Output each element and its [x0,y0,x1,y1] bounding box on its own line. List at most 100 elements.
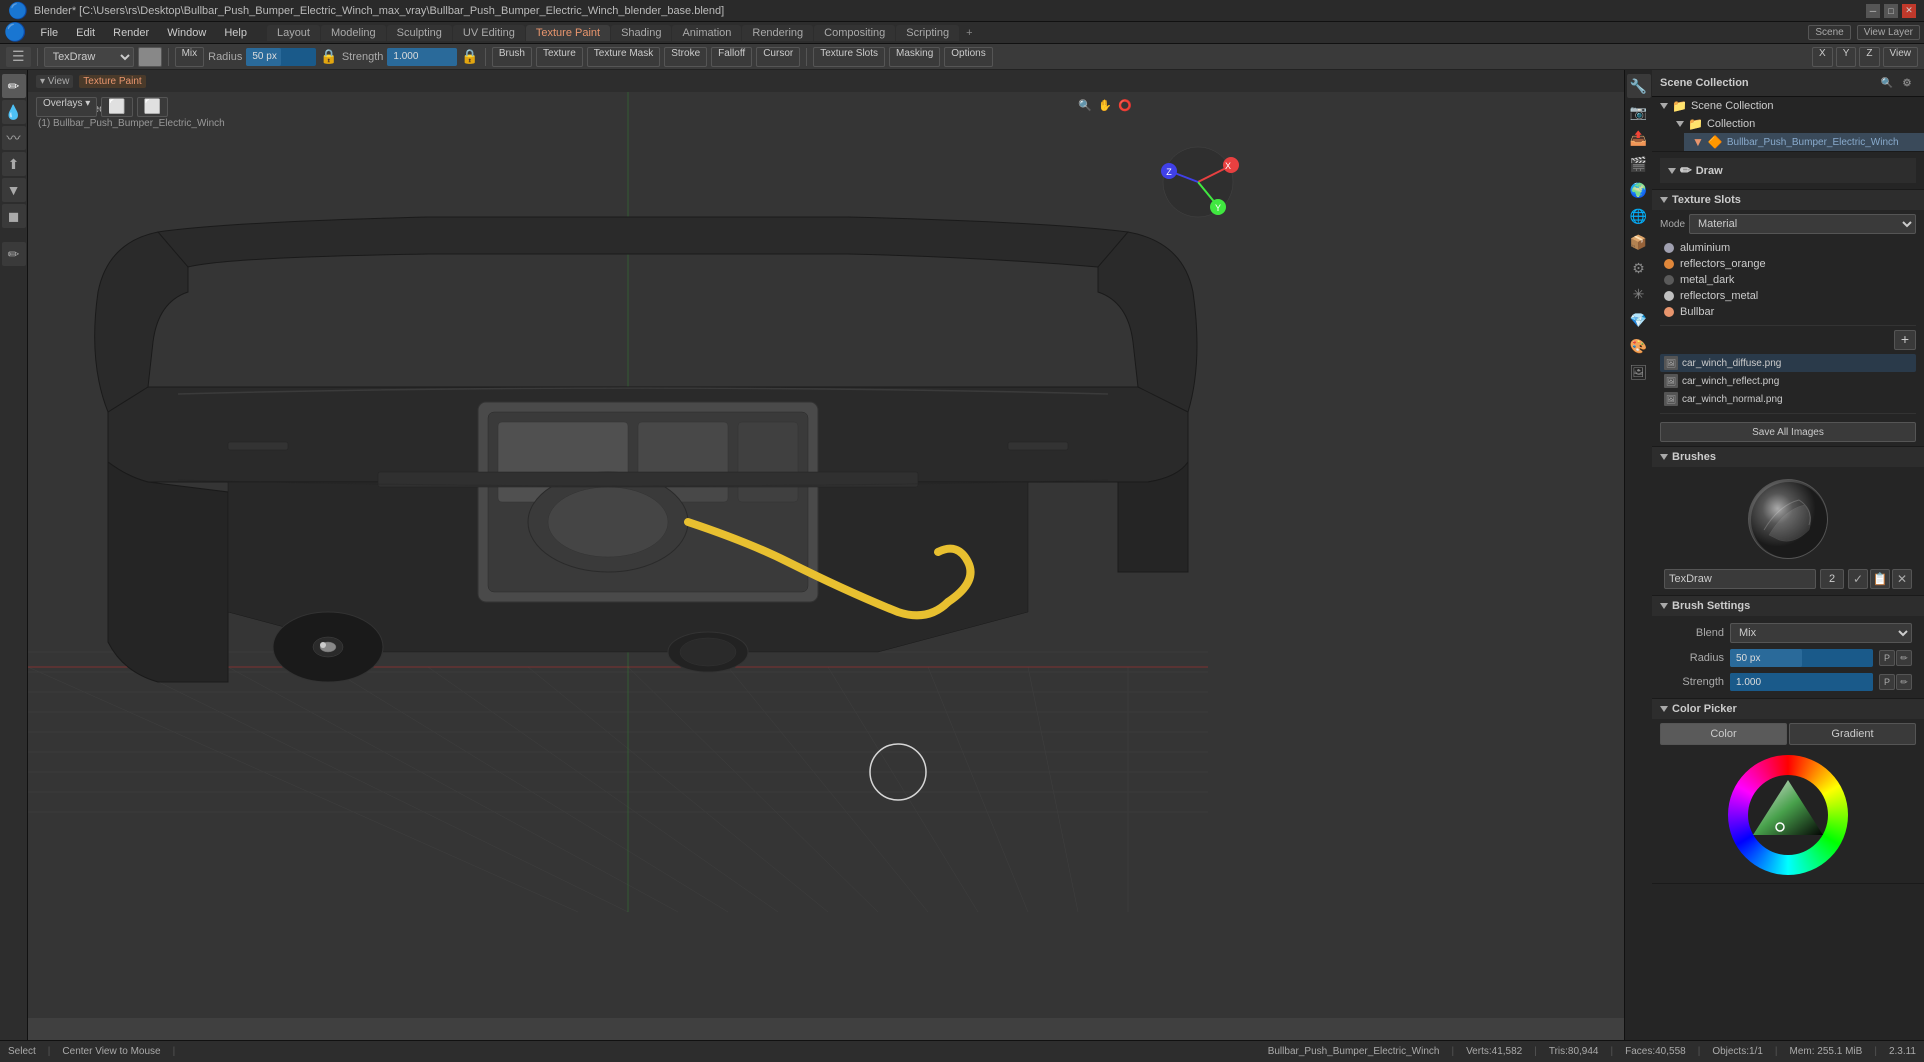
bs-strength-slider[interactable]: 1.000 [1730,673,1873,691]
falloff-btn[interactable]: Falloff [711,47,752,67]
maximize-btn[interactable]: □ [1884,4,1898,18]
brush-settings-header[interactable]: Brush Settings [1652,596,1924,616]
tab-sculpting[interactable]: Sculpting [387,25,452,41]
radius-pressure-icon[interactable]: P [1879,650,1895,666]
tab-modeling[interactable]: Modeling [321,25,386,41]
object-item-bullbar[interactable]: ▼ 🔶 Bullbar_Push_Bumper_Electric_Winch [1684,133,1924,151]
mask-tool-btn[interactable]: ◼ [2,204,26,228]
options-btn[interactable]: Options [944,47,992,67]
draw-section-header[interactable]: ✏ Draw [1660,158,1916,183]
draw-tool-btn[interactable]: ✏ [2,74,26,98]
view-btn[interactable]: View [1883,47,1919,67]
strength-pressure-icon[interactable]: P [1879,674,1895,690]
brushes-header[interactable]: Brushes [1652,447,1924,467]
viewport-3d[interactable]: ▾ View Texture Paint [28,70,1624,1040]
scene-settings-icon[interactable]: ⚙ [1898,74,1916,92]
axis-y-btn[interactable]: Y [1836,47,1857,67]
scene-filter-icon[interactable]: 🔍 [1878,74,1896,92]
brush-delete-btn[interactable]: ✕ [1892,569,1912,589]
smear-tool-btn[interactable]: 〰 [2,126,26,150]
stroke-btn[interactable]: Stroke [664,47,707,67]
tab-uv-editing[interactable]: UV Editing [453,25,525,41]
axis-z-btn[interactable]: Z [1859,47,1879,67]
cursor-btn[interactable]: Cursor [756,47,800,67]
render-icon[interactable]: 📷 [1627,100,1651,124]
clone-tool-btn[interactable]: ⬆ [2,152,26,176]
viewport-canvas[interactable]: User Perspective (1) Bullbar_Push_Bumper… [28,92,1624,1018]
minimize-btn[interactable]: ─ [1866,4,1880,18]
annotate-tool-btn[interactable]: ✏ [2,242,26,266]
tab-layout[interactable]: Layout [267,25,320,41]
viewport-shading-menu[interactable]: ▾ View [36,75,73,88]
strength-lock-icon[interactable]: 🔒 [461,48,478,65]
menu-window[interactable]: Window [159,25,214,41]
panel-toggle-btn[interactable]: ☰ [6,47,31,67]
texture-normal[interactable]: 🖼 car_winch_normal.png [1660,390,1916,408]
blend-mode-btn[interactable]: Mix [175,47,205,67]
overlay-dropdown[interactable]: Overlays ▾ [36,97,97,117]
tab-shading[interactable]: Shading [611,25,671,41]
scene-selector[interactable]: Scene [1808,25,1850,40]
texture-paint-mode[interactable]: Texture Paint [79,75,145,88]
tab-add[interactable]: + [960,25,978,41]
save-all-images-btn[interactable]: Save All Images [1660,422,1916,442]
view-layer-icon[interactable]: 🎬 [1627,152,1651,176]
active-tool-icon[interactable]: 🔧 [1627,74,1651,98]
viewport-shading-solid[interactable]: ⬜ [101,97,132,117]
strength-pen-icon[interactable]: ✏ [1896,674,1912,690]
add-texture-btn[interactable]: + [1894,330,1916,350]
soften-tool-btn[interactable]: 💧 [2,100,26,124]
texture-icon[interactable]: 🖼 [1627,360,1651,384]
strength-slider[interactable]: 1.000 [387,48,457,66]
radius-slider[interactable]: 50 px [246,48,316,66]
brush-color-swatch[interactable] [138,47,162,67]
modifier-icon[interactable]: ⚙ [1627,256,1651,280]
tab-animation[interactable]: Animation [672,25,741,41]
menu-edit[interactable]: Edit [68,25,103,41]
texture-diffuse[interactable]: 🖼 car_winch_diffuse.png [1660,354,1916,372]
gradient-tab-btn[interactable]: Gradient [1789,723,1916,745]
tab-compositing[interactable]: Compositing [814,25,895,41]
brush-name-input[interactable] [1664,569,1816,589]
brush-save-btn[interactable]: ✓ [1848,569,1868,589]
menu-file[interactable]: File [32,25,66,41]
bs-radius-slider[interactable]: 50 px [1730,649,1873,667]
window-controls[interactable]: ─ □ ✕ [1866,4,1916,18]
viewport-shading-material[interactable]: ⬜ [137,97,168,117]
brush-btn[interactable]: Brush [492,47,532,67]
view-layer-selector[interactable]: View Layer [1857,25,1920,40]
brush-preview-circle[interactable] [1748,479,1828,559]
mode-dropdown[interactable]: TexDraw [44,47,134,67]
blend-dropdown[interactable]: Mix [1730,623,1912,643]
radius-pen-icon[interactable]: ✏ [1896,650,1912,666]
material-icon[interactable]: 🎨 [1627,334,1651,358]
object-icon[interactable]: 📦 [1627,230,1651,254]
tab-rendering[interactable]: Rendering [742,25,813,41]
texture-slots-header[interactable]: Texture Slots [1652,190,1924,210]
masking-btn[interactable]: Masking [889,47,940,67]
tab-texture-paint[interactable]: Texture Paint [526,25,610,41]
menu-help[interactable]: Help [216,25,255,41]
color-tab-btn[interactable]: Color [1660,723,1787,745]
brush-copy-btn[interactable]: 📋 [1870,569,1890,589]
material-bullbar[interactable]: Bullbar [1660,304,1916,320]
color-wheel[interactable] [1728,755,1848,875]
texture-reflect[interactable]: 🖼 car_winch_reflect.png [1660,372,1916,390]
menu-render[interactable]: Render [105,25,157,41]
collection-item[interactable]: 📁 Collection [1668,115,1924,133]
texture-mask-btn[interactable]: Texture Mask [587,47,660,67]
output-icon[interactable]: 📤 [1627,126,1651,150]
tab-scripting[interactable]: Scripting [896,25,959,41]
axis-x-btn[interactable]: X [1812,47,1833,67]
close-btn[interactable]: ✕ [1902,4,1916,18]
texture-btn[interactable]: Texture [536,47,583,67]
particles-icon[interactable]: ✳ [1627,282,1651,306]
material-metal-dark[interactable]: metal_dark [1660,272,1916,288]
world-icon[interactable]: 🌐 [1627,204,1651,228]
color-picker-header[interactable]: Color Picker [1652,699,1924,719]
scene-icon[interactable]: 🌍 [1627,178,1651,202]
material-aluminium[interactable]: aluminium [1660,240,1916,256]
physics-icon[interactable]: 💎 [1627,308,1651,332]
scene-collection-item[interactable]: 📁 Scene Collection [1652,97,1924,115]
material-reflectors-metal[interactable]: reflectors_metal [1660,288,1916,304]
